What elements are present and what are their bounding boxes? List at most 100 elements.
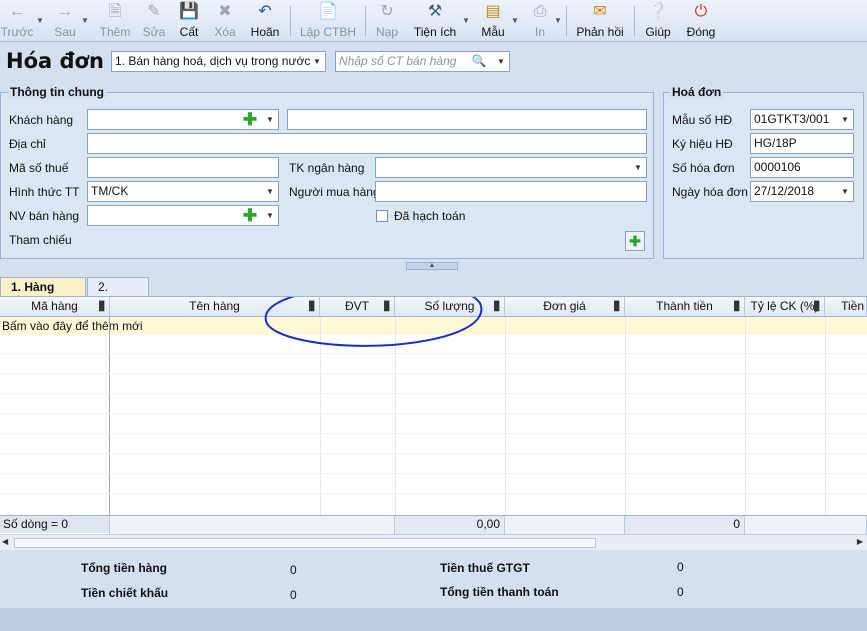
chevron-down-icon[interactable]: ▼ <box>837 110 853 129</box>
voucher-type-select[interactable]: 1. Bán hàng hoá, dịch vụ trong nước ▼ <box>111 51 326 72</box>
payment-method-value: TM/CK <box>91 184 129 198</box>
pin-icon[interactable]: ▊ <box>494 297 501 316</box>
pin-icon[interactable]: ▊ <box>814 297 821 316</box>
toolbar-separator <box>290 6 291 36</box>
chevron-down-icon[interactable]: ▼ <box>36 16 44 25</box>
invoice-symbol-label: Ký hiệu HĐ <box>672 137 733 151</box>
add-button[interactable]: 🗎 Thêm <box>98 0 132 42</box>
payment-method-select[interactable]: TM/CK ▼ <box>87 181 279 202</box>
chevron-down-icon[interactable]: ▼ <box>262 206 278 225</box>
chevron-down-icon[interactable]: ▼ <box>309 52 325 71</box>
power-icon: ⏻ <box>694 3 708 20</box>
page-title: Hóa đơn <box>6 49 104 73</box>
tab-goods-money[interactable]: 1. Hàng tiền <box>0 277 86 308</box>
add-reference-icon[interactable]: ✚ <box>625 231 645 251</box>
invoice-date-label: Ngày hóa đơn <box>672 185 748 199</box>
invoice-number-value: 0000106 <box>754 160 801 174</box>
tax-code-input[interactable] <box>87 157 279 178</box>
chevron-down-icon[interactable]: ▼ <box>262 110 278 129</box>
invoice-symbol-value: HG/18P <box>754 136 797 150</box>
posted-checkbox[interactable] <box>376 210 388 222</box>
address-input[interactable] <box>87 133 647 154</box>
tab-other[interactable]: 2. Khác <box>87 277 149 308</box>
scroll-left-icon[interactable]: ◀ <box>2 537 8 546</box>
pin-icon[interactable]: ▊ <box>614 297 621 316</box>
tax-code-label: Mã số thuế <box>9 161 69 175</box>
create-ctbh-button[interactable]: 📄 Lập CTBH <box>300 0 356 42</box>
chevron-down-icon[interactable]: ▼ <box>511 16 519 25</box>
customer-code-input[interactable]: ✚ ▼ <box>87 109 279 130</box>
edit-button[interactable]: ✎ Sửa <box>141 0 167 42</box>
column-header-discount-amount[interactable]: Tiền <box>825 297 867 317</box>
delete-button[interactable]: ✖ Xóa <box>212 0 238 42</box>
toolbar-separator <box>566 6 567 36</box>
invoice-form-value: 01GTKT3/001 <box>754 112 830 126</box>
printer-icon: ⎙ <box>533 3 547 20</box>
pin-icon[interactable]: ▊ <box>99 297 106 316</box>
grid-row-line <box>0 493 867 494</box>
save-button[interactable]: 💾 Cất <box>178 0 200 42</box>
chevron-down-icon[interactable]: ▼ <box>462 16 470 25</box>
invoice-form-select[interactable]: 01GTKT3/001 ▼ <box>750 109 854 130</box>
reference-label: Tham chiếu <box>9 233 72 247</box>
template-button[interactable]: ▤ Mẫu <box>478 0 508 42</box>
grid-divider <box>745 317 746 515</box>
column-header-amount[interactable]: Thành tiền ▊ <box>625 297 745 317</box>
grid-row-line <box>0 433 867 434</box>
next-button[interactable]: → Sau <box>52 0 78 42</box>
help-button[interactable]: ❔ Giúp <box>643 0 673 42</box>
close-button[interactable]: ⏻ Đóng <box>684 0 718 42</box>
customer-label: Khách hàng <box>9 113 74 127</box>
chevron-down-icon[interactable]: ▼ <box>837 182 853 201</box>
back-button[interactable]: ← Trước <box>1 0 34 42</box>
column-header-discount-rate[interactable]: Tỷ lệ CK (%) ▊ <box>745 297 825 317</box>
print-button[interactable]: ⎙ In <box>527 0 553 42</box>
vat-label: Tiền thuế GTGT <box>440 561 530 575</box>
discount-value: 0 <box>290 588 297 602</box>
blue-annotation-circle <box>264 297 483 347</box>
scroll-right-icon[interactable]: ▶ <box>857 537 863 546</box>
row-count: Số dòng = 0 <box>0 516 110 534</box>
goods-grid: Mã hàng ▊ Tên hàng ▊ ĐVT ▊ Số lượng ▊ Đơn gi… <box>0 296 867 534</box>
invoice-panel-title: Hoá đơn <box>670 85 724 99</box>
grid-row-line <box>0 413 867 414</box>
add-icon[interactable]: ✚ <box>240 110 260 129</box>
bank-account-select[interactable]: ▼ <box>375 157 647 178</box>
chevron-down-icon[interactable]: ▼ <box>81 16 89 25</box>
chevron-down-icon[interactable]: ▼ <box>554 16 562 25</box>
floppy-disk-icon: 💾 <box>179 3 199 20</box>
reload-button[interactable]: ↻ Nạp <box>373 0 401 42</box>
scrollbar-thumb[interactable] <box>14 538 596 548</box>
reload-icon: ↻ <box>380 3 394 20</box>
invoice-form-label: Mẫu số HĐ <box>672 113 733 127</box>
feedback-button[interactable]: ✉ Phản hồi <box>575 0 625 42</box>
utilities-button[interactable]: ⚒ Tiện ích <box>412 0 458 42</box>
invoice-number-input[interactable]: 0000106 <box>750 157 854 178</box>
payment-method-label: Hình thức TT <box>9 185 80 199</box>
column-header-unit-price[interactable]: Đơn giá ▊ <box>505 297 625 317</box>
collapse-splitter[interactable]: ▲ <box>406 262 458 270</box>
address-label: Địa chỉ <box>9 137 46 151</box>
chevron-down-icon[interactable]: ▼ <box>493 52 509 71</box>
grid-row-line <box>0 473 867 474</box>
undo-button[interactable]: ↶ Hoãn <box>249 0 281 42</box>
total-payment-value: 0 <box>677 585 684 599</box>
column-header-item-code[interactable]: Mã hàng ▊ <box>0 297 110 317</box>
search-icon[interactable]: 🔍 <box>469 52 489 71</box>
grid-row-line <box>0 353 867 354</box>
voucher-search-box[interactable]: Nhập số CT bán hàng 🔍 ▼ <box>335 51 510 72</box>
customer-name-input[interactable] <box>287 109 647 130</box>
chevron-down-icon[interactable]: ▼ <box>630 158 646 177</box>
chevron-down-icon[interactable]: ▼ <box>262 182 278 201</box>
salesperson-input[interactable]: ✚ ▼ <box>87 205 279 226</box>
buyer-input[interactable] <box>375 181 647 202</box>
pin-icon[interactable]: ▊ <box>734 297 741 316</box>
grid-divider <box>109 317 110 515</box>
toolbar-separator <box>365 6 366 36</box>
add-icon[interactable]: ✚ <box>240 206 260 225</box>
invoice-symbol-input[interactable]: HG/18P <box>750 133 854 154</box>
total-payment-label: Tổng tiền thanh toán <box>440 585 559 599</box>
invoice-date-picker[interactable]: 27/12/2018 ▼ <box>750 181 854 202</box>
horizontal-scrollbar[interactable]: ◀ ▶ <box>0 534 867 550</box>
grid-divider <box>625 317 626 515</box>
